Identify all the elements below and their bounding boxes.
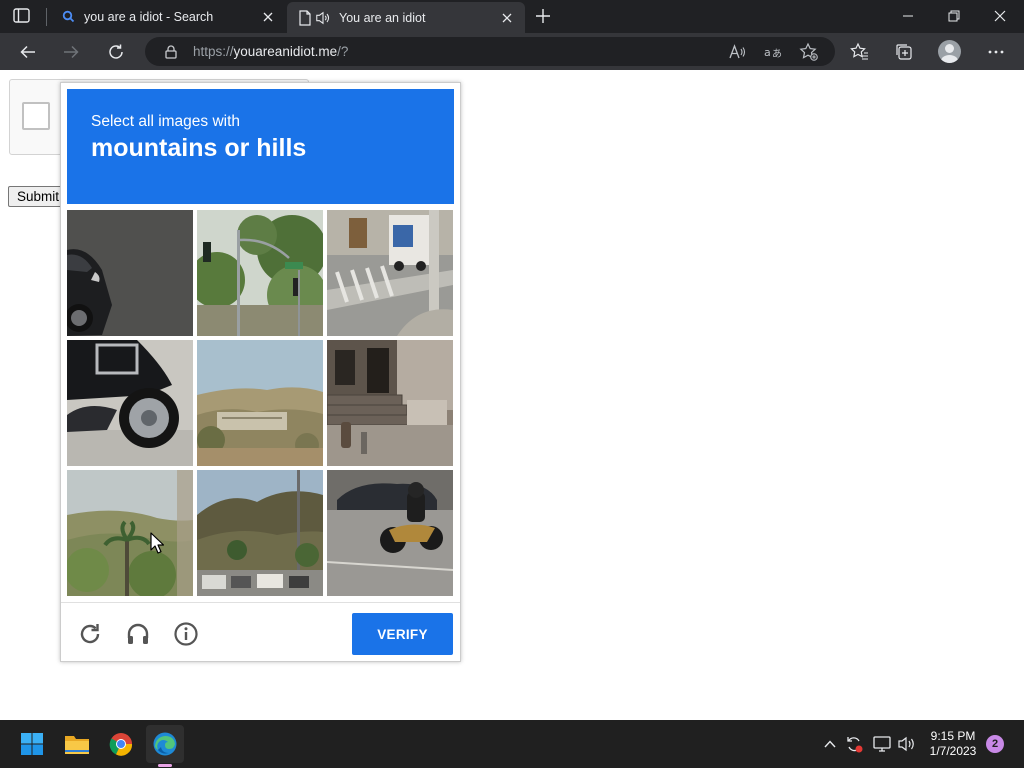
minimize-icon[interactable] bbox=[898, 6, 918, 26]
active-app-indicator bbox=[158, 764, 172, 767]
tab-title: You are an idiot bbox=[339, 10, 426, 25]
tab-title: you are a idiot - Search bbox=[84, 9, 214, 24]
chevron-up-icon[interactable] bbox=[820, 734, 840, 754]
captcha-tile-4[interactable] bbox=[67, 340, 193, 466]
challenge-header: Select all images with mountains or hill… bbox=[67, 89, 454, 204]
svg-text:あ: あ bbox=[772, 48, 782, 60]
favorites-icon[interactable] bbox=[849, 41, 871, 63]
captcha-tile-1[interactable] bbox=[67, 210, 193, 336]
tab-separator bbox=[46, 8, 47, 26]
page-icon bbox=[297, 9, 313, 26]
captcha-tile-9[interactable] bbox=[327, 470, 453, 596]
clock-date: 1/7/2023 bbox=[929, 744, 977, 758]
recaptcha-checkbox[interactable] bbox=[22, 102, 50, 130]
browser-toolbar: https://youareanidiot.me/? aあ bbox=[0, 33, 1024, 70]
back-icon[interactable] bbox=[17, 41, 39, 63]
collections-icon[interactable] bbox=[893, 41, 915, 63]
sync-icon[interactable] bbox=[844, 734, 864, 754]
captcha-tile-8[interactable] bbox=[197, 470, 323, 596]
captcha-tile-3[interactable] bbox=[327, 210, 453, 336]
challenge-footer: VERIFY bbox=[61, 602, 460, 662]
restore-icon[interactable] bbox=[944, 6, 964, 26]
read-aloud-icon[interactable] bbox=[727, 42, 747, 62]
profile-avatar[interactable] bbox=[938, 40, 961, 63]
challenge-prompt: Select all images with bbox=[91, 113, 241, 130]
notification-badge[interactable]: 2 bbox=[986, 735, 1004, 753]
volume-icon[interactable] bbox=[897, 734, 917, 754]
system-clock[interactable]: 9:15 PM 1/7/2023 bbox=[924, 729, 982, 759]
captcha-tile-6[interactable] bbox=[327, 340, 453, 466]
close-icon[interactable] bbox=[260, 9, 276, 25]
edge-icon[interactable] bbox=[146, 725, 184, 763]
chrome-icon[interactable] bbox=[102, 725, 140, 763]
add-favorite-icon[interactable] bbox=[799, 42, 819, 62]
refresh-icon[interactable] bbox=[105, 41, 127, 63]
windows-start-icon[interactable] bbox=[13, 725, 51, 763]
reload-icon[interactable] bbox=[77, 621, 103, 647]
svg-text:a: a bbox=[764, 46, 771, 59]
mouse-cursor-icon bbox=[150, 532, 165, 554]
audio-challenge-icon[interactable] bbox=[125, 621, 151, 647]
network-icon[interactable] bbox=[872, 734, 892, 754]
audio-playing-icon[interactable] bbox=[315, 10, 331, 26]
lock-icon[interactable] bbox=[163, 44, 179, 60]
captcha-tile-7[interactable] bbox=[67, 470, 193, 596]
page-content: Submit Select all images with mountains … bbox=[0, 70, 1024, 720]
tab-you-are-an-idiot[interactable]: You are an idiot bbox=[287, 2, 525, 33]
file-explorer-icon[interactable] bbox=[58, 725, 96, 763]
url-path: /? bbox=[337, 44, 349, 59]
captcha-tile-2[interactable] bbox=[197, 210, 323, 336]
browser-tab-bar: you are a idiot - Search You are an idio… bbox=[0, 0, 1024, 33]
url-host: youareanidiot.me bbox=[233, 44, 338, 59]
close-icon[interactable] bbox=[499, 10, 515, 26]
close-window-icon[interactable] bbox=[990, 6, 1010, 26]
verify-button[interactable]: VERIFY bbox=[352, 613, 453, 655]
address-bar[interactable]: https://youareanidiot.me/? aあ bbox=[145, 37, 835, 66]
captcha-tile-5[interactable] bbox=[197, 340, 323, 466]
challenge-target: mountains or hills bbox=[91, 134, 307, 162]
translate-icon[interactable]: aあ bbox=[763, 42, 783, 62]
more-icon[interactable] bbox=[985, 41, 1007, 63]
image-grid bbox=[67, 210, 454, 597]
tab-search[interactable]: you are a idiot - Search bbox=[50, 0, 286, 33]
url-scheme: https:// bbox=[193, 44, 234, 59]
clock-time: 9:15 PM bbox=[930, 729, 976, 743]
tab-actions-icon[interactable] bbox=[12, 7, 32, 25]
url-text[interactable]: https://youareanidiot.me/? bbox=[193, 44, 348, 59]
new-tab-icon[interactable] bbox=[534, 7, 552, 25]
forward-icon[interactable] bbox=[60, 41, 82, 63]
taskbar: 9:15 PM 1/7/2023 2 bbox=[0, 720, 1024, 768]
search-icon bbox=[60, 9, 76, 25]
info-icon[interactable] bbox=[173, 621, 199, 647]
captcha-challenge-dialog: Select all images with mountains or hill… bbox=[60, 82, 461, 662]
